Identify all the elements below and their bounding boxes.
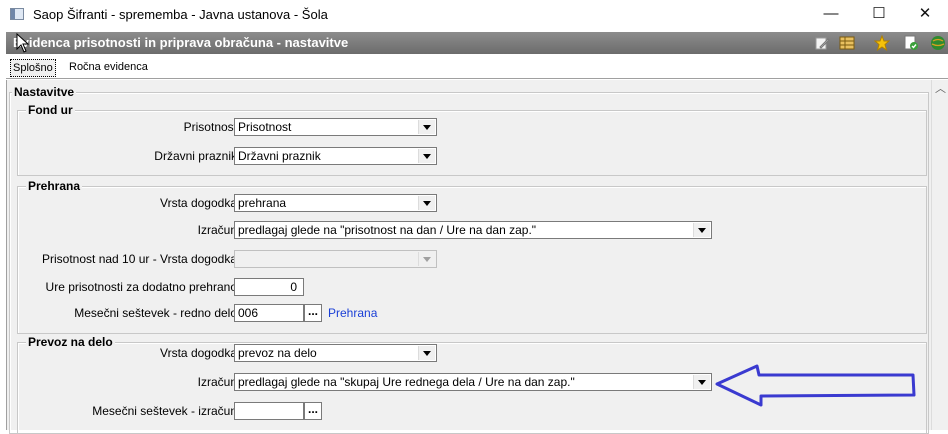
prisotnost-value: Prisotnost [238,120,292,134]
prevoz-vrsta-dogodka-value: prevoz na delo [238,346,317,360]
prehrana-vrsta-dogodka-value: prehrana [238,196,287,210]
drzavni-praznik-value: Državni praznik [238,149,321,163]
form-banner: Evidenca prisotnosti in priprava obračun… [6,32,948,54]
prevoz-vrsta-dogodka-combo[interactable]: prevoz na delo [234,344,437,362]
chevron-down-icon[interactable] [693,223,710,237]
banner-title: Evidenca prisotnosti in priprava obračun… [13,35,349,50]
ure-prisotnosti-label: Ure prisotnosti za dodatno prehrano [45,280,237,294]
minimize-button[interactable]: — [808,0,854,30]
tab-strip: Splošno Ročna evidenca [6,56,948,79]
mesecni-sestevek-izracun-value [235,404,238,418]
drzavni-praznik-label: Državni praznik [154,149,237,163]
tab-rocna-evidenca[interactable]: Ročna evidenca [67,59,150,75]
chevron-down-icon[interactable] [418,196,435,210]
prisotnost-label: Prisotnost [183,120,237,134]
prehrana-vrsta-dogodka-label: Vrsta dogodka [160,196,237,210]
document-check-icon[interactable] [903,35,919,51]
annotation-arrow-icon [715,364,916,407]
prehrana-izracun-label: Izračun [197,223,237,237]
window-title: Saop Šifranti - sprememba - Javna ustano… [33,7,328,22]
prevoz-izracun-label: Izračun [197,375,237,389]
title-bar: Saop Šifranti - sprememba - Javna ustano… [0,0,948,30]
chevron-down-icon [418,252,435,266]
chevron-down-icon[interactable] [693,375,710,389]
mesecni-sestevek-redno-value: 006 [238,306,259,320]
mesecni-sestevek-izracun-browse-button[interactable]: ... [304,402,322,420]
app-icon [10,8,24,20]
close-button[interactable]: ✕ [902,0,948,30]
prisotnost-nad-10-combo [234,250,437,268]
prevoz-izracun-value: predlagaj glede na "skupaj Ure rednega d… [238,375,575,389]
mesecni-sestevek-redno-browse-button[interactable]: ... [304,304,322,322]
globe-icon[interactable] [930,35,946,51]
group-prehrana-title: Prehrana [26,179,83,193]
ure-prisotnosti-input[interactable]: 0 [234,278,304,296]
maximize-button[interactable]: ☐ [856,0,902,30]
group-fond-ur: Fond ur [17,104,927,176]
mesecni-sestevek-redno-label: Mesečni seštevek - redno delo [74,306,237,320]
prisotnost-nad-10-label: Prisotnost nad 10 ur - Vrsta dogodka [42,252,237,266]
group-fond-ur-title: Fond ur [26,103,75,117]
group-nastavitve-title: Nastavitve [12,85,77,99]
mesecni-sestevek-izracun-label: Mesečni seštevek - izračun [92,404,237,418]
chevron-down-icon[interactable] [418,346,435,360]
mesecni-sestevek-redno-input[interactable]: 006 [234,304,304,322]
edit-icon[interactable] [814,35,830,51]
chevron-down-icon[interactable] [418,149,435,163]
settings-panel: Nastavitve Fond ur Prisotnost Prisotnost… [6,80,931,434]
scroll-up-icon[interactable]: ︿ [932,82,948,96]
tab-splosno[interactable]: Splošno [10,59,56,77]
grid-icon[interactable] [839,35,855,51]
prehrana-izracun-combo[interactable]: predlagaj glede na "prisotnost na dan / … [234,221,712,239]
prevoz-vrsta-dogodka-label: Vrsta dogodka [160,346,237,360]
vertical-scrollbar[interactable]: ︿ [931,80,948,430]
chevron-down-icon[interactable] [418,120,435,134]
mesecni-sestevek-izracun-input[interactable] [234,402,304,420]
prehrana-link[interactable]: Prehrana [328,304,377,322]
drzavni-praznik-combo[interactable]: Državni praznik [234,147,437,165]
star-icon[interactable] [874,35,890,51]
mouse-cursor-icon [16,33,30,53]
prisotnost-combo[interactable]: Prisotnost [234,118,437,136]
prehrana-vrsta-dogodka-combo[interactable]: prehrana [234,194,437,212]
prehrana-izracun-value: predlagaj glede na "prisotnost na dan / … [238,223,537,237]
group-prevoz-title: Prevoz na delo [26,335,115,349]
prevoz-izracun-combo[interactable]: predlagaj glede na "skupaj Ure rednega d… [234,373,712,391]
